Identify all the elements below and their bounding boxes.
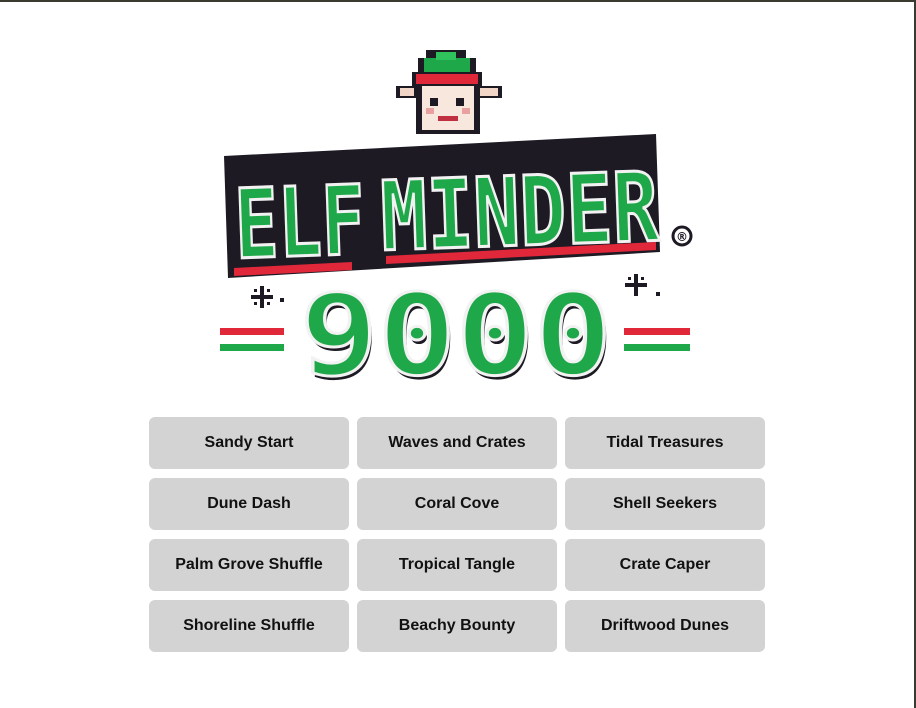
- level-button[interactable]: Driftwood Dunes: [565, 600, 765, 652]
- level-button[interactable]: Shell Seekers: [565, 478, 765, 530]
- logo-number-text: 9000: [300, 271, 612, 388]
- level-button[interactable]: Shoreline Shuffle: [149, 600, 349, 652]
- level-button[interactable]: Tropical Tangle: [357, 539, 557, 591]
- level-button[interactable]: Dune Dash: [149, 478, 349, 530]
- level-button[interactable]: Coral Cove: [357, 478, 557, 530]
- game-logo: ELF MINDER ® 9000 9000: [216, 46, 696, 388]
- level-button[interactable]: Palm Grove Shuffle: [149, 539, 349, 591]
- elf-head-icon: [396, 50, 502, 134]
- level-button[interactable]: Tidal Treasures: [565, 417, 765, 469]
- level-button[interactable]: Crate Caper: [565, 539, 765, 591]
- logo-word-minder: MINDER: [379, 151, 661, 273]
- level-button[interactable]: Sandy Start: [149, 417, 349, 469]
- registered-mark: ®: [676, 230, 688, 244]
- logo-title: ELF MINDER ®: [224, 134, 693, 282]
- level-select-grid: Sandy Start Waves and Crates Tidal Treas…: [149, 417, 765, 652]
- level-button[interactable]: Beachy Bounty: [357, 600, 557, 652]
- logo-number: 9000 9000: [299, 270, 615, 389]
- game-window: ELF MINDER ® 9000 9000 Sandy Start Waves…: [0, 0, 916, 708]
- level-button[interactable]: Waves and Crates: [357, 417, 557, 469]
- logo-word-elf: ELF: [233, 165, 367, 281]
